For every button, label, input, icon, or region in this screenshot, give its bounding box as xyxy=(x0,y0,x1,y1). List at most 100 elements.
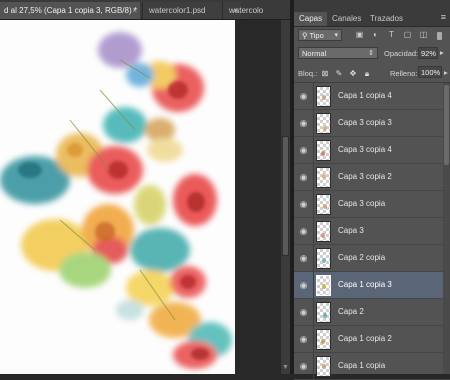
visibility-eye-icon[interactable]: ◉ xyxy=(298,253,309,264)
layer-thumbnail xyxy=(316,167,331,188)
layer-row[interactable]: ◉ Capa 3 copia 3 xyxy=(294,110,450,137)
thumbnail-dot xyxy=(322,364,326,369)
filter-kind-select[interactable]: ⚲ Tipo ▾ xyxy=(298,29,342,41)
thumbnail-dot xyxy=(322,284,326,289)
chevron-down-icon: ▾ xyxy=(334,32,338,39)
visibility-eye-icon[interactable]: ◉ xyxy=(298,334,309,345)
layer-row[interactable]: ◉ Capa 3 copia 4 xyxy=(294,137,450,164)
layer-thumbnail xyxy=(316,329,331,350)
thumbnail-dot xyxy=(323,204,327,209)
document-tab-label: watercolor1.psd xyxy=(149,6,206,15)
thumbnail-dot xyxy=(321,151,325,156)
layer-row[interactable]: ◉ Capa 3 copia xyxy=(294,191,450,218)
eye-column-divider xyxy=(313,218,314,244)
layer-thumbnail xyxy=(316,221,331,242)
filter-smart-object-icon[interactable]: ◫ xyxy=(418,29,429,40)
eye-column-divider xyxy=(313,191,314,217)
visibility-eye-icon[interactable]: ◉ xyxy=(298,226,309,237)
layer-row[interactable]: ◉ Capa 3 copia 2 xyxy=(294,164,450,191)
filter-pixel-icon[interactable]: ▣ xyxy=(354,29,365,40)
eye-column-divider xyxy=(313,83,314,109)
layer-row-selected[interactable]: ◉ Capa 1 copia 3 xyxy=(294,272,450,299)
layer-thumbnail xyxy=(316,275,331,296)
blend-opacity-row: Normal ⇕ Opacidad: 92% ▸ xyxy=(294,44,450,62)
lock-position-icon[interactable]: ✥ xyxy=(348,69,358,78)
visibility-eye-icon[interactable]: ◉ xyxy=(298,91,309,102)
layer-name: Capa 3 xyxy=(338,226,364,235)
thumbnail-dot xyxy=(323,126,327,131)
document-tab-active[interactable]: d al 27,5% (Capa 1 copia 3, RGB/8) * × xyxy=(0,2,140,19)
layer-thumbnail xyxy=(316,86,331,107)
layer-row[interactable]: ◉ Capa 3 xyxy=(294,218,450,245)
layer-thumbnail xyxy=(316,140,331,161)
layer-thumbnail xyxy=(316,194,331,215)
opacity-label: Opacidad: xyxy=(384,49,419,58)
layer-name: Capa 3 copia 2 xyxy=(338,172,392,181)
blend-mode-select[interactable]: Normal ⇕ xyxy=(298,47,378,59)
visibility-eye-icon[interactable]: ◉ xyxy=(298,307,309,318)
thumbnail-dot xyxy=(322,258,326,263)
visibility-eye-icon[interactable]: ◉ xyxy=(298,280,309,291)
layer-thumbnail xyxy=(316,248,331,269)
layer-thumbnail xyxy=(316,113,331,134)
layer-row[interactable]: ◉ Capa 2 xyxy=(294,299,450,326)
scrollbar-thumb[interactable] xyxy=(282,136,289,256)
close-tab-icon[interactable]: × xyxy=(132,2,137,19)
filter-type-icon[interactable]: T xyxy=(386,29,397,40)
panel-tab-bar: Capas Canales Trazados ≡ xyxy=(294,0,450,27)
opacity-field[interactable]: 92% xyxy=(418,47,438,59)
layer-row[interactable]: ◉ Capa 2 copia xyxy=(294,245,450,272)
visibility-eye-icon[interactable]: ◉ xyxy=(298,145,309,156)
layer-name: Capa 3 copia 3 xyxy=(338,118,392,127)
fill-label: Relleno: xyxy=(390,69,418,78)
visibility-eye-icon[interactable]: ◉ xyxy=(298,172,309,183)
layer-name: Capa 1 copia 2 xyxy=(338,334,392,343)
document-canvas[interactable] xyxy=(0,20,235,374)
layers-scrollbar[interactable] xyxy=(443,83,450,374)
lock-transparent-pixels-icon[interactable]: ⊠ xyxy=(320,69,330,78)
tab-channels[interactable]: Canales xyxy=(328,12,365,26)
scroll-down-arrow-icon[interactable]: ▼ xyxy=(282,364,289,371)
thumbnail-dot xyxy=(322,95,326,100)
layer-name: Capa 1 copia xyxy=(338,361,386,370)
layer-row[interactable]: ◉ Capa 1 copia xyxy=(294,353,450,380)
layer-thumbnail xyxy=(316,302,331,323)
watercolor-flowers-artwork xyxy=(0,32,232,369)
layer-name: Capa 2 xyxy=(338,307,364,316)
scrollbar-thumb[interactable] xyxy=(444,85,449,165)
eye-column-divider xyxy=(313,110,314,136)
visibility-eye-icon[interactable]: ◉ xyxy=(298,361,309,372)
lock-label: Bloq.: xyxy=(298,69,318,78)
layers-panel: Capas Canales Trazados ≡ ⚲ Tipo ▾ ▣ ◐ T … xyxy=(294,0,450,380)
blend-mode-value: Normal xyxy=(302,49,327,58)
filter-toggle-switch[interactable] xyxy=(437,32,442,40)
fill-dropdown-icon[interactable]: ▸ xyxy=(444,68,448,77)
visibility-eye-icon[interactable]: ◉ xyxy=(298,199,309,210)
lock-image-pixels-icon[interactable]: ✎ xyxy=(334,69,344,78)
tab-paths[interactable]: Trazados xyxy=(366,12,407,26)
document-tab-label: d al 27,5% (Capa 1 copia 3, RGB/8) * xyxy=(4,6,137,15)
layer-filter-row: ⚲ Tipo ▾ ▣ ◐ T ▢ ◫ xyxy=(294,26,450,44)
eye-column-divider xyxy=(313,245,314,271)
canvas-vertical-scrollbar[interactable]: ▼ xyxy=(281,20,290,374)
layer-row[interactable]: ◉ Capa 1 copia 2 xyxy=(294,326,450,353)
thumbnail-dot xyxy=(321,233,325,238)
layer-name: Capa 3 copia xyxy=(338,199,386,208)
document-tab-bar: d al 27,5% (Capa 1 copia 3, RGB/8) * × w… xyxy=(0,0,290,20)
layers-list: ◉ Capa 1 copia 4 ◉ Capa 3 copia 3 ◉ Capa… xyxy=(294,83,450,380)
eye-column-divider xyxy=(313,272,314,298)
filter-shape-icon[interactable]: ▢ xyxy=(402,29,413,40)
layer-row[interactable]: ◉ Capa 1 copia 4 xyxy=(294,83,450,110)
opacity-dropdown-icon[interactable]: ▸ xyxy=(440,48,444,57)
lock-all-icon[interactable]: 🔒︎ xyxy=(362,69,372,78)
document-tab-label: watercolo xyxy=(229,6,264,15)
thumbnail-dot xyxy=(323,313,327,318)
fill-field[interactable]: 100% xyxy=(418,66,442,78)
visibility-eye-icon[interactable]: ◉ xyxy=(298,118,309,129)
thumbnail-dot xyxy=(321,339,325,344)
tab-layers[interactable]: Capas xyxy=(294,12,328,26)
chevron-updown-icon: ⇕ xyxy=(368,50,374,57)
panel-menu-icon[interactable]: ≡ xyxy=(441,12,446,22)
filter-adjustment-icon[interactable]: ◐ xyxy=(370,29,381,40)
eye-column-divider xyxy=(313,299,314,325)
